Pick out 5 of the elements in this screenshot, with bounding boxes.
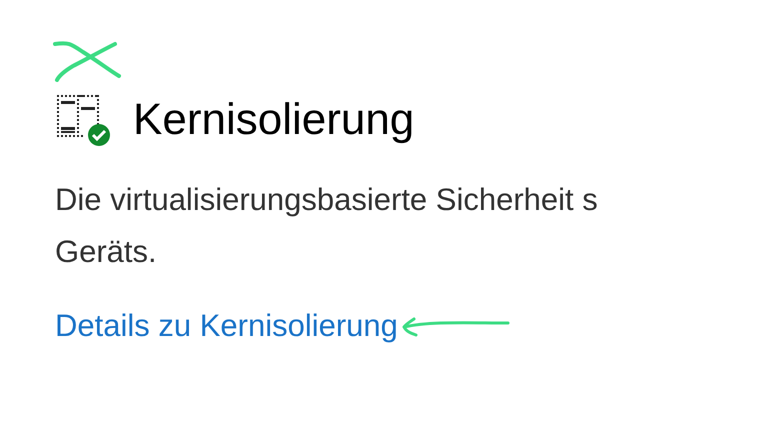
section-title: Kernisolierung: [133, 94, 414, 146]
description-text: Die virtualisierungsbasierte Sicherheit s: [55, 181, 599, 219]
details-link[interactable]: Details zu Kernisolierung: [55, 308, 398, 344]
description-text: Geräts.: [55, 233, 158, 271]
core-isolation-icon: [55, 93, 111, 147]
